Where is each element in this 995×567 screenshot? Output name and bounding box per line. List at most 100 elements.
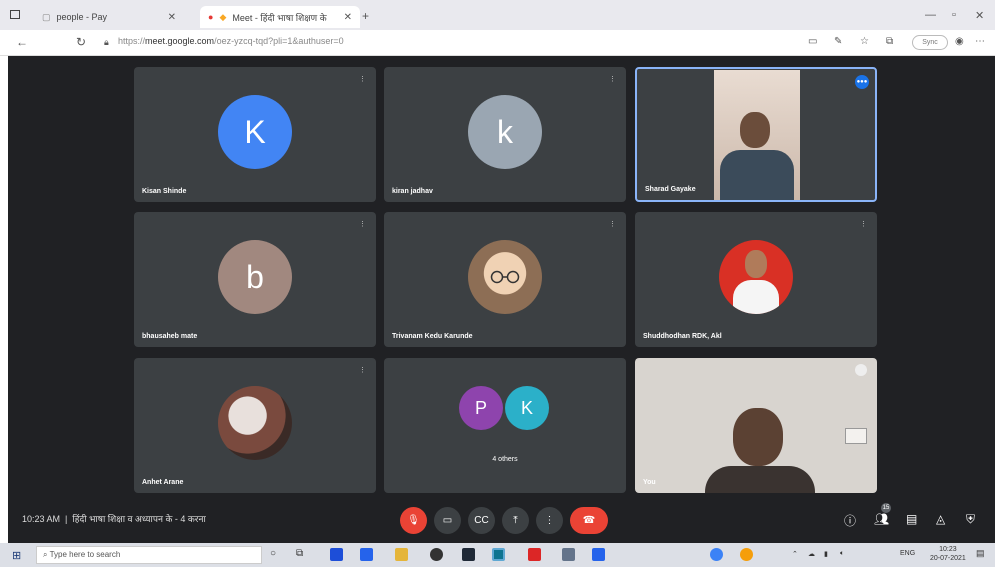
url-field[interactable]: https://meet.google.com/oez-yzcq-tqd?pli… bbox=[118, 36, 344, 46]
lock-icon[interactable]: 🔒︎ bbox=[104, 37, 109, 48]
others-tile[interactable]: P K 4 others bbox=[384, 358, 626, 493]
folder-icon[interactable] bbox=[395, 548, 408, 561]
close-tab-icon[interactable]: ✕ bbox=[168, 12, 176, 23]
participant-tile[interactable]: ⋮ Trivanam Kedu Karunde bbox=[384, 212, 626, 347]
person-head bbox=[733, 408, 783, 466]
more-options-button[interactable]: ⋮ bbox=[536, 507, 563, 534]
tray-arrow-icon[interactable]: ⌃ bbox=[792, 550, 798, 558]
cortana-icon[interactable]: ○ bbox=[270, 548, 276, 559]
favorites-icon[interactable]: ☆ bbox=[860, 36, 869, 47]
edge-icon[interactable] bbox=[492, 548, 505, 561]
person-head bbox=[740, 112, 770, 148]
present-button[interactable]: ⤒ bbox=[502, 507, 529, 534]
participant-tile[interactable]: ⋮ b bhausaheb mate bbox=[134, 212, 376, 347]
participant-video bbox=[714, 70, 800, 200]
participant-tile[interactable]: ⋮ Anhet Arane bbox=[134, 358, 376, 493]
participant-name: kiran jadhav bbox=[392, 188, 433, 195]
tab-label: people - Pay bbox=[56, 12, 108, 22]
avatar: P bbox=[459, 386, 503, 430]
self-view-tile[interactable]: You bbox=[635, 358, 877, 493]
person-body bbox=[705, 466, 815, 493]
sync-button[interactable]: Sync bbox=[912, 35, 948, 50]
app-icon[interactable] bbox=[562, 548, 575, 561]
tab-people-pay[interactable]: ▢ people - Pay ✕ bbox=[34, 6, 184, 28]
url-path: /oez-yzcq-tqd?pli=1&authuser=0 bbox=[214, 36, 344, 46]
tray-app-icon[interactable] bbox=[710, 548, 723, 561]
control-bar: 10:23 AM | हिंदी भाषा शिक्षा व अध्यापन क… bbox=[8, 500, 995, 543]
language-indicator[interactable]: ENG bbox=[900, 550, 915, 557]
store-icon[interactable] bbox=[462, 548, 475, 561]
task-view-icon[interactable]: ⧉ bbox=[296, 548, 303, 559]
wall-switch-icon bbox=[845, 428, 867, 444]
captions-button[interactable]: CC bbox=[468, 507, 495, 534]
tab-label: Meet - हिंदी भाषा शिक्षण के bbox=[232, 12, 327, 23]
participant-tile-active[interactable]: ●●● Sharad Gayake bbox=[635, 67, 877, 202]
notifications-icon[interactable]: ▤ bbox=[976, 548, 985, 559]
photo-avatar bbox=[719, 240, 793, 314]
maximize-icon[interactable]: ▫ bbox=[952, 9, 956, 21]
tab-actions-icon[interactable]: ▭ bbox=[808, 36, 817, 47]
collections-icon[interactable]: ⧉ bbox=[886, 36, 893, 47]
participant-name: Anhet Arane bbox=[142, 479, 184, 486]
close-window-icon[interactable]: ✕ bbox=[975, 9, 984, 22]
window-menu-icon[interactable] bbox=[10, 10, 20, 19]
new-tab-icon[interactable]: + bbox=[362, 9, 369, 23]
mic-muted-icon: ⋮ bbox=[609, 221, 616, 228]
volume-icon[interactable]: 🔈︎ bbox=[840, 550, 844, 558]
end-call-button[interactable]: ☎︎ bbox=[570, 507, 608, 534]
avatar: K bbox=[505, 386, 549, 430]
photo-avatar bbox=[468, 240, 542, 314]
tab-strip: ▢ people - Pay ✕ ● ◆ Meet - हिंदी भाषा श… bbox=[0, 0, 995, 30]
avatar: k bbox=[468, 95, 542, 169]
profile-icon[interactable]: ◉ bbox=[955, 36, 964, 47]
participant-tile[interactable]: ⋮ K Kisan Shinde bbox=[134, 67, 376, 202]
host-controls-icon[interactable]: ⛨ bbox=[966, 512, 975, 527]
participant-name: Shuddhodhan RDK, Akl bbox=[643, 333, 722, 340]
close-tab-icon[interactable]: ✕ bbox=[344, 12, 352, 23]
mic-muted-icon: ⋮ bbox=[359, 76, 366, 83]
back-icon[interactable]: ← bbox=[16, 35, 28, 49]
chrome-icon[interactable] bbox=[430, 548, 443, 561]
participant-name: You bbox=[643, 479, 656, 486]
participant-name: bhausaheb mate bbox=[142, 333, 198, 340]
participant-name: Trivanam Kedu Karunde bbox=[392, 333, 473, 340]
refresh-icon[interactable]: ↻ bbox=[76, 35, 86, 49]
avatar: b bbox=[218, 240, 292, 314]
speaking-indicator-icon: ●●● bbox=[855, 75, 869, 89]
windows-start-icon[interactable]: ⊞ bbox=[12, 549, 21, 562]
extension-icon[interactable]: ✎ bbox=[834, 36, 842, 47]
people-icon[interactable]: 👥︎ bbox=[874, 512, 889, 526]
mic-toggle-button[interactable]: 🎙︎ bbox=[400, 507, 427, 534]
tab-favicon-icon: ▢ bbox=[42, 11, 51, 22]
participant-name: Kisan Shinde bbox=[142, 188, 187, 195]
system-clock[interactable]: 10:23 20-07-2021 bbox=[930, 545, 966, 563]
more-icon[interactable]: ⋯ bbox=[975, 36, 985, 47]
battery-icon[interactable]: ▮ bbox=[824, 550, 828, 558]
participant-name: Sharad Gayake bbox=[645, 186, 696, 193]
word-icon[interactable] bbox=[592, 548, 605, 561]
office-icon[interactable] bbox=[528, 548, 541, 561]
chat-icon[interactable]: ▤ bbox=[906, 512, 917, 526]
mic-muted-icon: ⋮ bbox=[359, 367, 366, 374]
url-prefix: https:// bbox=[118, 36, 146, 46]
taskbar-search-input[interactable]: ⌕ Type here to search bbox=[36, 546, 262, 564]
tile-options-icon[interactable] bbox=[855, 364, 867, 376]
browser-window: ▢ people - Pay ✕ ● ◆ Meet - हिंदी भाषा श… bbox=[0, 0, 995, 567]
onedrive-icon[interactable]: ☁ bbox=[808, 550, 815, 558]
person-body bbox=[720, 150, 794, 200]
url-host: meet.google.com bbox=[145, 36, 215, 46]
participant-tile[interactable]: ⋮ k kiran jadhav bbox=[384, 67, 626, 202]
photo-avatar bbox=[218, 386, 292, 460]
tab-meet[interactable]: ● ◆ Meet - हिंदी भाषा शिक्षण के ✕ bbox=[200, 6, 360, 28]
meet-stage: ⋮ K Kisan Shinde ⋮ k kiran jadhav ●●● Sh… bbox=[8, 56, 995, 543]
mic-muted-icon: ⋮ bbox=[609, 76, 616, 83]
meeting-details-icon[interactable]: ⓘ bbox=[844, 512, 856, 529]
tray-app-icon[interactable] bbox=[740, 548, 753, 561]
minimize-icon[interactable]: — bbox=[925, 9, 936, 21]
participant-tile[interactable]: ⋮ Shuddhodhan RDK, Akl bbox=[635, 212, 877, 347]
search-icon: ⌕ bbox=[43, 550, 48, 559]
camera-toggle-button[interactable]: ▭ bbox=[434, 507, 461, 534]
activities-icon[interactable]: ◬ bbox=[936, 512, 945, 526]
dropbox-icon[interactable] bbox=[360, 548, 373, 561]
file-explorer-icon[interactable] bbox=[330, 548, 343, 561]
